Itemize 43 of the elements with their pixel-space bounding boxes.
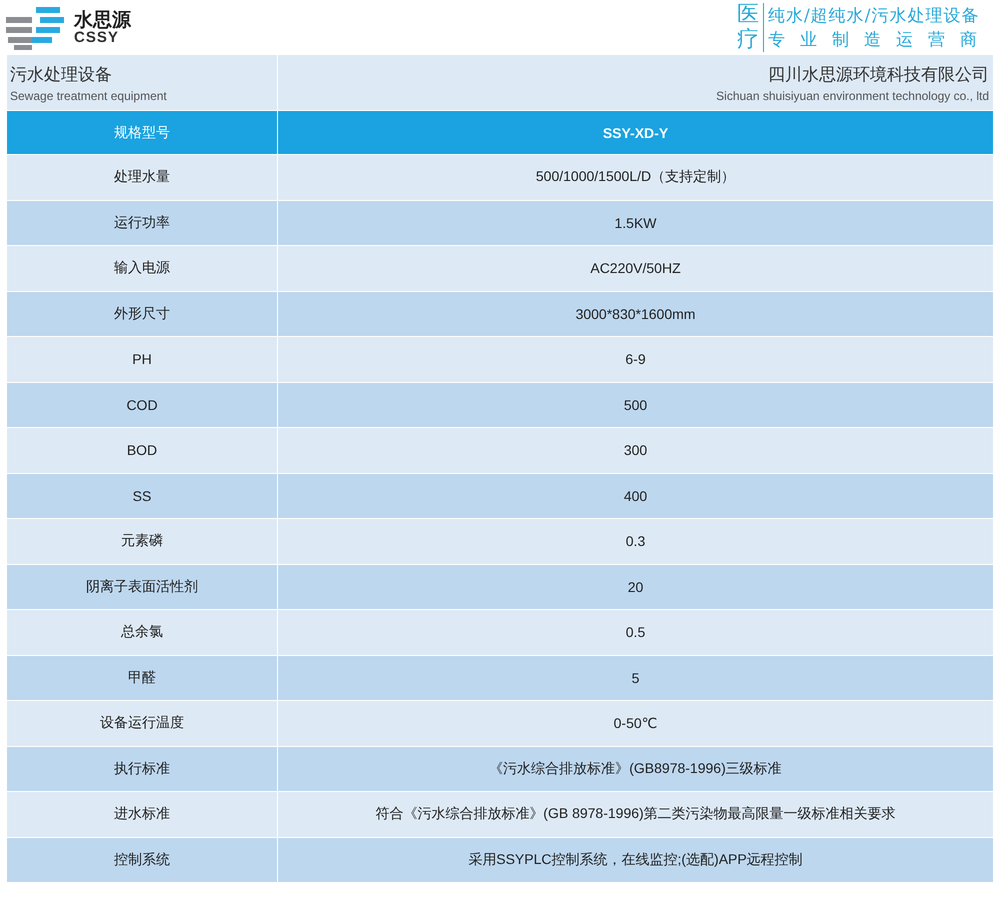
product-name-english: Sewage treatment equipment (10, 88, 167, 102)
table-cell: 20 (278, 564, 993, 609)
company-name: 四川水思源环境科技有限公司 (768, 64, 989, 86)
slogan-text: 纯水/超纯水/污水处理设备 (768, 4, 980, 28)
table-cell: 采用SSYPLC控制系统，在线监控;(选配)APP远程控制 (278, 838, 993, 882)
table-cell: 处理水量 (7, 155, 277, 200)
column-header: SSY-XD-Y (278, 111, 993, 154)
table-cell: 甲醛 (7, 656, 277, 700)
table-cell: 0.5 (278, 610, 993, 654)
table-cell: 外形尺寸 (7, 292, 277, 336)
table-cell: 0-50℃ (278, 701, 993, 746)
table-cell: AC220V/50HZ (278, 246, 993, 290)
product-name: 污水处理设备 (10, 64, 112, 86)
table-cell: 执行标准 (7, 746, 277, 791)
table-cell: 《污水综合排放标准》(GB8978-1996)三级标准 (278, 746, 993, 791)
table-cell: 设备运行温度 (7, 701, 277, 746)
table-cell: 进水标准 (7, 792, 277, 836)
table-cell: 5 (278, 656, 993, 700)
table-cell: 0.3 (278, 519, 993, 564)
slogan-mark: 医疗 (737, 3, 764, 52)
table-cell: 控制系统 (7, 838, 277, 882)
table-cell: 500 (278, 382, 993, 427)
table-cell: PH (7, 337, 277, 382)
table-cell: 400 (278, 474, 993, 518)
brand-latin: CSSY (74, 30, 119, 44)
table-cell: COD (7, 382, 277, 427)
table-cell: 500/1000/1500L/D（支持定制） (278, 155, 993, 200)
table-cell: 阴离子表面活性剂 (7, 564, 277, 609)
brand-name: 水思源 (74, 10, 131, 30)
table-cell: 运行功率 (7, 200, 277, 245)
table-cell: 元素磷 (7, 519, 277, 564)
table-cell: 6-9 (278, 337, 993, 382)
table-cell: 输入电源 (7, 246, 277, 290)
table-cell: 符合《污水综合排放标准》(GB 8978-1996)第二类污染物最高限量一级标准相关要求 (278, 792, 993, 836)
table-cell: 300 (278, 428, 993, 472)
company-name-english: Sichuan shuisiyuan environment technology co., ltd (716, 88, 989, 102)
table-cell: SS (7, 474, 277, 518)
column-header: 规格型号 (7, 111, 277, 154)
table-cell: BOD (7, 428, 277, 472)
table-cell: 1.5KW (278, 200, 993, 245)
table-cell: 总余氯 (7, 610, 277, 654)
table-cell: 3000*830*1600mm (278, 292, 993, 336)
slogan-text: 专业制造运营商 (768, 28, 992, 52)
